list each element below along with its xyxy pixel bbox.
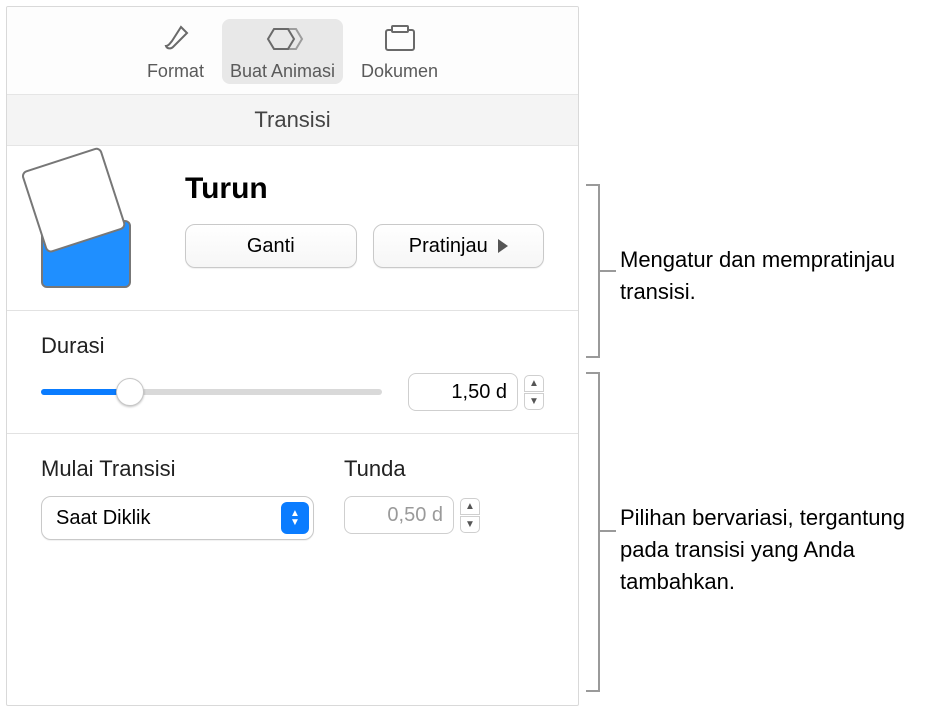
transition-thumbnail [41, 168, 161, 288]
duration-step-down[interactable]: ▼ [524, 393, 544, 410]
transition-tab-label: Transisi [254, 107, 330, 132]
format-tab[interactable]: Format [139, 19, 212, 84]
transition-tab[interactable]: Transisi [7, 95, 578, 146]
delay-step-up[interactable]: ▲ [460, 498, 480, 515]
callout-bracket-bottom [586, 372, 600, 692]
paintbrush-icon [158, 23, 192, 57]
change-button[interactable]: Ganti [185, 224, 357, 268]
duration-input[interactable] [408, 373, 518, 411]
document-icon [381, 23, 419, 57]
transition-name: Turun [185, 172, 544, 206]
start-label: Mulai Transisi [41, 456, 314, 482]
callout-tick-top [600, 270, 616, 272]
document-tab-label: Dokumen [361, 61, 438, 82]
inspector-panel: Format Buat Animasi Dokumen Transisi [6, 6, 579, 706]
preview-button-label: Pratinjau [409, 235, 488, 258]
duration-stepper: ▲ ▼ [408, 373, 544, 411]
callout-text-top: Mengatur dan mempratinjau transisi. [620, 244, 930, 308]
change-button-label: Ganti [247, 235, 295, 258]
inspector-toolbar: Format Buat Animasi Dokumen [7, 7, 578, 95]
callout-tick-bottom [600, 530, 616, 532]
delay-label: Tunda [344, 456, 544, 482]
chevron-up-down-icon: ▲▼ [281, 502, 309, 534]
start-delay-section: Mulai Transisi Saat Diklik ▲▼ Tunda ▲ ▼ [7, 434, 578, 562]
play-icon [498, 239, 508, 253]
callouts: Mengatur dan mempratinjau transisi. Pili… [580, 0, 930, 713]
transition-header-section: Turun Ganti Pratinjau [7, 146, 578, 311]
callout-text-bottom: Pilihan bervariasi, tergantung pada tran… [620, 502, 934, 598]
delay-stepper: ▲ ▼ [344, 496, 544, 534]
duration-slider[interactable] [41, 380, 382, 404]
duration-step-up[interactable]: ▲ [524, 375, 544, 392]
duration-label: Durasi [41, 333, 544, 359]
animate-icon [260, 23, 304, 57]
format-tab-label: Format [147, 61, 204, 82]
callout-bracket-top [586, 184, 600, 358]
delay-step-down[interactable]: ▼ [460, 516, 480, 533]
animate-tab-label: Buat Animasi [230, 61, 335, 82]
start-transition-popup[interactable]: Saat Diklik ▲▼ [41, 496, 314, 540]
animate-tab[interactable]: Buat Animasi [222, 19, 343, 84]
document-tab[interactable]: Dokumen [353, 19, 446, 84]
delay-input[interactable] [344, 496, 454, 534]
start-transition-value: Saat Diklik [56, 507, 150, 530]
preview-button[interactable]: Pratinjau [373, 224, 545, 268]
duration-section: Durasi ▲ ▼ [7, 311, 578, 434]
